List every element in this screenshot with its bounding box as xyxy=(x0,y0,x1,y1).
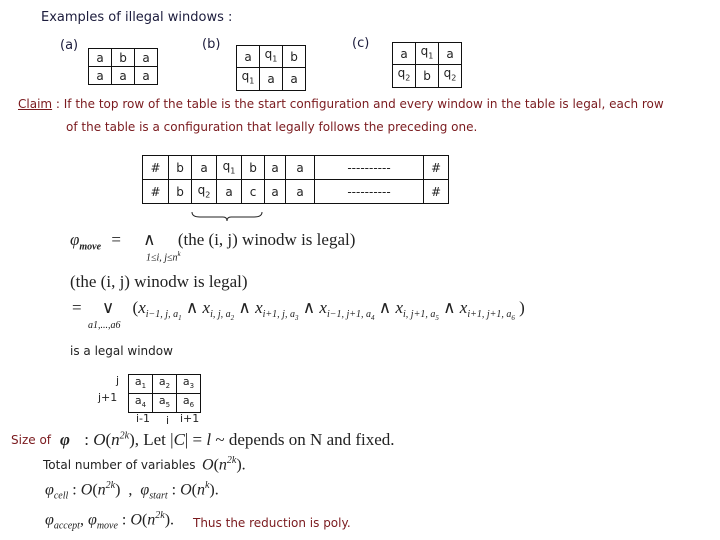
table-row: # b a q1 b a a ---------- # xyxy=(142,155,449,180)
example-b-label: (b) xyxy=(202,37,221,52)
phi-symbol: φ xyxy=(60,430,70,449)
example-b-window: a q1 b q1 a a xyxy=(236,44,306,91)
and-range: 1≤i, j≤nk xyxy=(146,250,181,263)
and-operator: ∧ xyxy=(143,230,156,249)
example-a-label: (a) xyxy=(60,38,79,53)
cell: a xyxy=(191,155,217,180)
cell: q1 xyxy=(216,155,242,180)
cell: q2 xyxy=(392,64,416,88)
table-row: # b q2 a c a a ---------- # xyxy=(142,179,449,204)
cell: a3 xyxy=(176,373,201,395)
cell: b xyxy=(282,44,306,69)
cell: a xyxy=(134,48,158,67)
cell: a xyxy=(259,67,283,91)
col-label-i-1: i-1 xyxy=(136,412,151,425)
col-label-i: i xyxy=(166,414,170,427)
cell: a xyxy=(236,44,260,69)
expansion-formula: = ∨ (xi−1, j, a1 ∧ xi, j, a2 ∧ xi+1, j, … xyxy=(72,298,525,323)
cell: a xyxy=(438,41,462,66)
cell: ---------- xyxy=(314,155,424,180)
legal-window-table: a1 a2 a3 a4 a5 a6 xyxy=(128,373,201,414)
cell: a xyxy=(285,179,315,204)
total-vars-label: Total number of variables xyxy=(43,458,196,472)
claim-line-1: Claim : If the top row of the table is t… xyxy=(18,97,664,111)
cell: a xyxy=(392,41,416,66)
claim-label: Claim xyxy=(18,97,53,111)
example-c-label: (c) xyxy=(352,36,370,51)
window-legal-text: (the (i, j) winodw is legal) xyxy=(177,230,356,249)
phi-subscript: move xyxy=(79,241,102,253)
cell: b xyxy=(241,155,265,180)
configuration-table: # b a q1 b a a ---------- # # b q2 a c a… xyxy=(142,155,449,204)
phi-symbol: φ xyxy=(70,230,80,249)
and-range-text: 1≤i, j≤n xyxy=(146,252,178,264)
depends-text: ~ depends on N and fixed. xyxy=(215,430,395,449)
cell: a xyxy=(111,66,135,85)
cell: a4 xyxy=(128,393,153,414)
phi-move-formula: φmove = ∧ (the (i, j) winodw is legal) xyxy=(70,230,355,252)
cell: a xyxy=(88,48,112,67)
example-c-window: a q1 a q2 b q2 xyxy=(392,41,462,88)
accept-move-formula: φaccept, φmove : O(n2k). xyxy=(45,510,175,532)
cell: # xyxy=(423,155,449,180)
claim-line-2: of the table is a configuration that leg… xyxy=(66,120,478,134)
cell: a xyxy=(216,179,242,204)
window-legal-line: (the (i, j) winodw is legal) xyxy=(70,272,248,291)
cell: a6 xyxy=(176,393,201,414)
cell: q2 xyxy=(438,64,462,88)
cell: a2 xyxy=(152,373,177,395)
cell: a xyxy=(285,155,315,180)
cell: b xyxy=(168,155,192,180)
cell: # xyxy=(142,179,169,204)
cell: a xyxy=(88,66,112,85)
cell: a xyxy=(264,155,286,180)
examples-heading: Examples of illegal windows : xyxy=(41,10,233,25)
equals-sign: = xyxy=(111,230,121,249)
big-and: ∧ xyxy=(143,230,160,249)
or-operator: ∨ xyxy=(101,298,115,317)
cell: # xyxy=(423,179,449,204)
cell: b xyxy=(168,179,192,204)
claim-separator: : xyxy=(52,97,64,111)
example-a-window: aba aaa xyxy=(88,48,158,85)
cell: # xyxy=(142,155,169,180)
cell: q2 xyxy=(191,179,217,204)
and-range-sup: k xyxy=(177,250,181,258)
cell: a5 xyxy=(152,393,177,414)
cell: b xyxy=(415,64,439,88)
cell: a xyxy=(134,66,158,85)
conclusion-text: Thus the reduction is poly. xyxy=(193,516,351,530)
cell: a1 xyxy=(128,373,153,395)
or-range: a1,...,a6 xyxy=(88,320,121,331)
cell: q1 xyxy=(236,67,260,91)
col-label-i1: i+1 xyxy=(180,412,200,425)
claim-text-1: If the top row of the table is the start… xyxy=(63,97,664,111)
size-formula: φ : O(n2k), Let |C| = l ~ depends on N a… xyxy=(60,430,395,449)
cell: q1 xyxy=(415,41,439,66)
size-label: Size of xyxy=(11,433,52,447)
cell: ---------- xyxy=(314,179,424,204)
cell: q1 xyxy=(259,44,283,69)
cell-start-formula: φcell : O(n2k) , φstart : O(nk). xyxy=(45,480,219,502)
row-label-j: j xyxy=(116,374,120,387)
cell: a xyxy=(264,179,286,204)
legal-window-caption: is a legal window xyxy=(70,344,173,358)
cell: b xyxy=(111,48,135,67)
equals-sign: = xyxy=(72,298,82,317)
cell: a xyxy=(282,67,306,91)
row-label-j1: j+1 xyxy=(98,391,118,404)
window-brace-icon xyxy=(191,211,263,222)
cell: c xyxy=(241,179,265,204)
total-vars-value: O(n2k). xyxy=(202,455,246,474)
